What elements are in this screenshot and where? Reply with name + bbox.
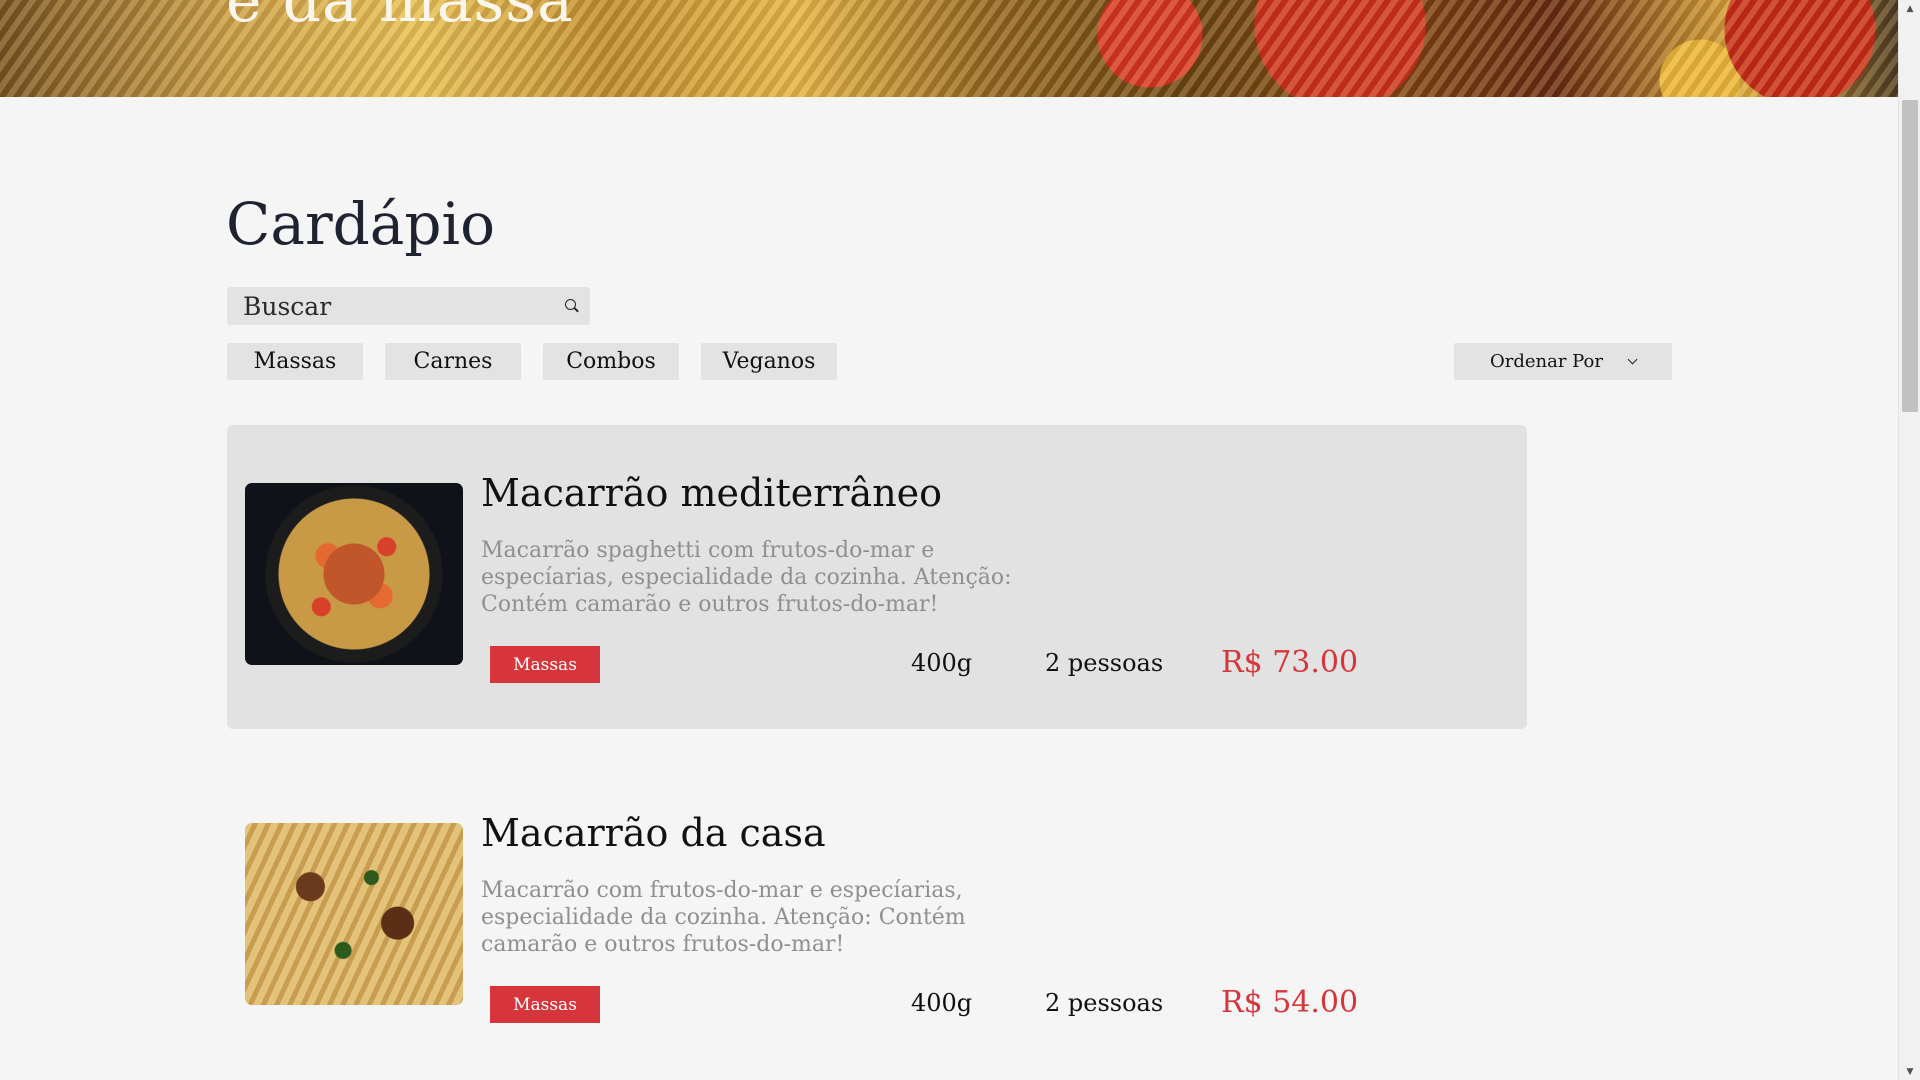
scroll-down-arrow-icon[interactable]: ▼: [1899, 1063, 1920, 1080]
item-description: Macarrão spaghetti com frutos-do-mar e e…: [481, 538, 1012, 617]
menu-item-card[interactable]: Macarrão da casa Macarrão com frutos-do-…: [227, 765, 1527, 1069]
filter-carnes-button[interactable]: Carnes: [385, 343, 521, 380]
hero-banner: e da massa: [0, 0, 1898, 97]
category-badge: Massas: [490, 986, 600, 1023]
filter-veganos-button[interactable]: Veganos: [701, 343, 837, 380]
item-price: R$ 54.00: [1221, 985, 1359, 1020]
sort-label: Ordenar Por: [1489, 351, 1603, 372]
item-name: Macarrão mediterrâneo: [481, 471, 943, 515]
item-name: Macarrão da casa: [481, 811, 826, 855]
pasta-seafood-photo: [245, 483, 463, 665]
search-icon[interactable]: [564, 298, 576, 314]
item-serves: 2 pessoas: [1045, 649, 1164, 677]
category-badge: Massas: [490, 646, 600, 683]
sort-dropdown[interactable]: Ordenar Por: [1454, 343, 1672, 380]
item-serves: 2 pessoas: [1045, 989, 1164, 1017]
hero-title: e da massa: [226, 0, 574, 36]
pasta-house-photo: [245, 823, 463, 1005]
scroll-up-arrow-icon[interactable]: ▲: [1899, 0, 1920, 17]
vertical-scrollbar[interactable]: ▲ ▼: [1898, 0, 1920, 1080]
search-input[interactable]: [241, 290, 564, 322]
page: e da massa Cardápio Massas Carnes Combos…: [0, 0, 1920, 1080]
item-price: R$ 73.00: [1221, 645, 1359, 680]
filter-massas-button[interactable]: Massas: [227, 343, 363, 380]
item-description: Macarrão com frutos-do-mar e especíarias…: [481, 878, 966, 957]
menu-title: Cardápio: [226, 190, 495, 258]
search-box[interactable]: [227, 287, 590, 325]
scrollbar-thumb[interactable]: [1902, 100, 1918, 412]
chevron-down-icon: [1627, 354, 1638, 365]
item-weight: 400g: [911, 649, 973, 677]
menu-item-card[interactable]: Macarrão mediterrâneo Macarrão spaghetti…: [227, 425, 1527, 729]
filter-combos-button[interactable]: Combos: [543, 343, 679, 380]
item-weight: 400g: [911, 989, 973, 1017]
